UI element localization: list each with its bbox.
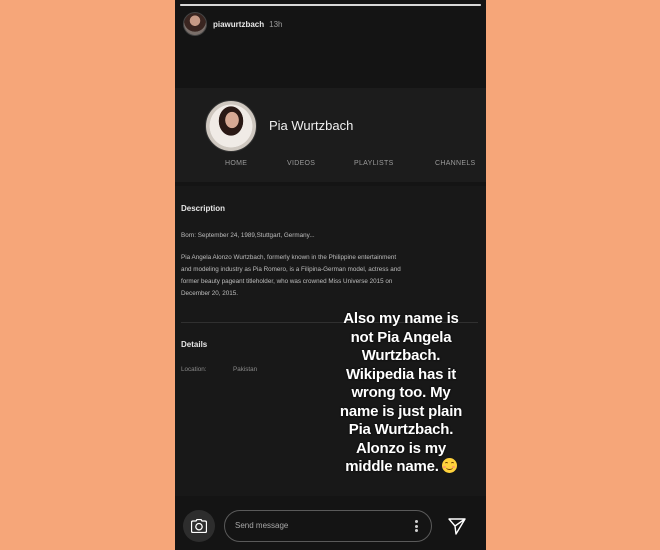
- more-options-icon[interactable]: [415, 520, 418, 532]
- overlay-line: wrong too. My: [351, 384, 451, 401]
- overlay-line-text: middle name.: [345, 458, 439, 475]
- story-progress-fill: [180, 4, 481, 6]
- tab-playlists: PLAYLISTS: [354, 160, 394, 167]
- bio-line-4: December 20, 2015.: [181, 290, 239, 297]
- tab-videos: VIDEOS: [287, 160, 316, 167]
- description-title: Description: [181, 204, 226, 213]
- story-progress-bar: [180, 4, 481, 6]
- bio-line-1: Pia Angela Alonzo Wurtzbach, formerly kn…: [181, 254, 397, 261]
- channel-tabs: HOME VIDEOS PLAYLISTS CHANNELS: [175, 160, 486, 174]
- location-label: Location:: [181, 366, 207, 373]
- camera-button[interactable]: [183, 510, 215, 542]
- details-title: Details: [181, 340, 208, 349]
- overlay-line: Wurtzbach.: [361, 347, 441, 364]
- overlay-line: name is just plain: [339, 402, 463, 420]
- story-header: piawurtzbach 13h: [183, 12, 282, 36]
- channel-name: Pia Wurtzbach: [269, 118, 354, 133]
- send-message-placeholder: Send message: [235, 521, 289, 530]
- story-username[interactable]: piawurtzbach: [213, 20, 264, 29]
- tab-channels: CHANNELS: [435, 160, 476, 167]
- overlay-line: Alonzo is my: [355, 439, 447, 457]
- tab-home: HOME: [225, 160, 248, 167]
- born-text: Born: September 24, 1989,Stuttgart, Germ…: [181, 232, 315, 239]
- story-text-overlay: Also my name is not Pia Angela Wurtzbach…: [321, 310, 481, 477]
- story-timestamp: 13h: [269, 19, 283, 29]
- overlay-line: Wikipedia has it: [345, 365, 457, 383]
- overlay-line: not Pia Angela: [350, 328, 452, 346]
- location-value: Pakistan: [233, 366, 258, 373]
- reply-bar: Send message: [175, 502, 486, 550]
- channel-avatar: [205, 100, 257, 152]
- camera-icon: [191, 519, 207, 533]
- send-icon[interactable]: [447, 516, 467, 536]
- bio-line-3: former beauty pageant titleholder, who w…: [181, 278, 393, 285]
- overlay-line: Pia Wurtzbach.: [348, 421, 454, 438]
- story-avatar[interactable]: [183, 12, 207, 36]
- channel-header: Pia Wurtzbach HOME VIDEOS PLAYLISTS CHAN…: [175, 88, 486, 182]
- send-message-input[interactable]: Send message: [224, 510, 432, 542]
- overlay-line: Also my name is: [343, 310, 459, 327]
- story-viewer: piawurtzbach 13h Pia Wurtzbach HOME VIDE…: [175, 0, 486, 550]
- overlay-line-last: middle name.: [321, 458, 481, 477]
- bio-line-2: and modeling industry as Pia Romero, is …: [181, 266, 401, 273]
- smiling-face-icon: [441, 458, 457, 473]
